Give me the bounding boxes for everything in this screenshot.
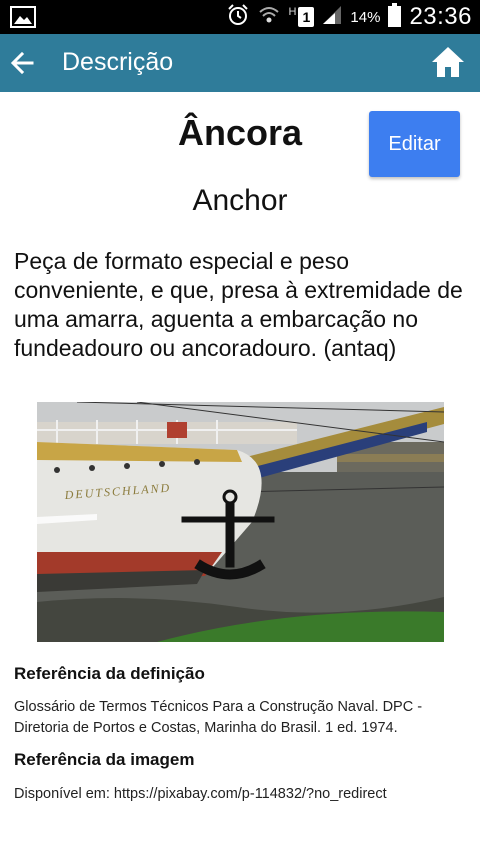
battery-icon [388, 2, 402, 32]
image-reference-heading: Referência da imagem [14, 750, 195, 769]
back-button[interactable] [6, 46, 40, 80]
alarm-icon [226, 3, 250, 32]
arrow-left-icon [10, 51, 34, 75]
status-bar: H 1 14% 23:36 [0, 0, 480, 34]
clock: 23:36 [409, 3, 472, 30]
network-type-label: H [288, 6, 297, 18]
image-reference-text: Disponível em: https://pixabay.com/p-114… [14, 786, 387, 802]
term-image: DEUTSCHLAND [37, 402, 444, 642]
sim-icon: 1 [298, 7, 315, 27]
term-definition: Peça de formato especial e peso convenie… [14, 248, 463, 361]
app-bar: Descrição [0, 34, 480, 92]
wifi-icon [258, 4, 280, 31]
home-button[interactable] [430, 44, 466, 80]
definition-reference-text: Glossário de Termos Técnicos Para a Cons… [14, 699, 423, 736]
home-icon [432, 47, 464, 77]
edit-button[interactable]: Editar [369, 111, 460, 177]
gallery-notification-icon [10, 6, 36, 28]
term-translation: Anchor [192, 184, 288, 217]
battery-percent: 14% [350, 8, 381, 26]
app-bar-title: Descrição [62, 48, 174, 76]
signal-icon [322, 5, 342, 30]
definition-reference-heading: Referência da definição [14, 664, 205, 683]
